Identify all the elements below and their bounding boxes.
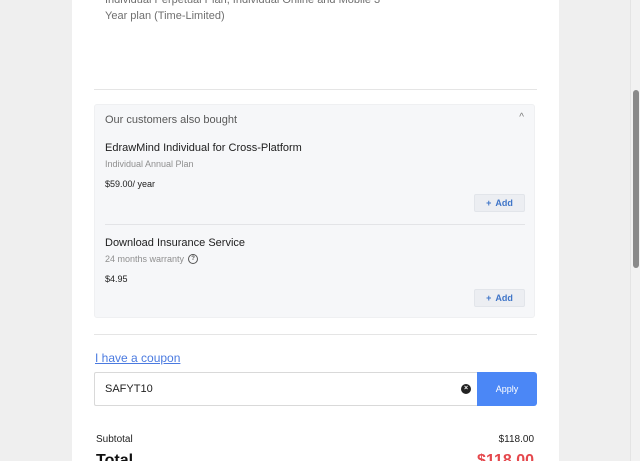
add-label: Add — [495, 293, 513, 303]
page-scrollbar[interactable] — [630, 0, 640, 461]
item-price: $4.95 — [105, 274, 128, 284]
add-label: Add — [495, 198, 513, 208]
plan-description: Individual Perpetual Plan, Individual On… — [105, 0, 405, 24]
item-name: EdrawMind Individual for Cross-Platform — [105, 142, 302, 154]
order-summary-card: Individual Perpetual Plan, Individual On… — [72, 0, 559, 461]
plan-line-2: Year plan (Time-Limited) — [105, 10, 225, 22]
chevron-up-icon[interactable]: ^ — [519, 112, 524, 123]
plus-icon: + — [486, 293, 492, 303]
divider — [94, 334, 537, 335]
subtotal-label: Subtotal — [96, 434, 133, 445]
divider — [94, 89, 537, 90]
subtotal-value: $118.00 — [498, 434, 534, 445]
item-subtitle-text: 24 months warranty — [105, 254, 185, 264]
question-circle-icon[interactable]: ? — [188, 254, 199, 264]
checkout-page: Individual Perpetual Plan, Individual On… — [0, 0, 640, 461]
also-bought-item: Download Insurance Service 24 months war… — [105, 237, 525, 320]
plus-icon: + — [486, 198, 492, 208]
item-subtitle-text: Individual Annual Plan — [105, 159, 194, 169]
total-value: $118.00 — [477, 452, 534, 461]
add-button[interactable]: + Add — [474, 194, 525, 212]
item-divider — [105, 224, 525, 225]
coupon-form: × Apply — [94, 372, 537, 406]
coupon-input[interactable] — [94, 372, 477, 406]
item-subtitle: Individual Annual Plan — [105, 159, 194, 169]
also-bought-title: Our customers also bought — [105, 114, 238, 126]
clear-icon[interactable]: × — [461, 384, 471, 394]
plan-line-1: Individual Perpetual Plan, Individual On… — [105, 0, 381, 6]
also-bought-panel: Our customers also bought ^ EdrawMind In… — [94, 104, 535, 318]
item-name: Download Insurance Service — [105, 237, 246, 249]
apply-button[interactable]: Apply — [477, 372, 537, 406]
item-subtitle: 24 months warranty ? — [105, 254, 199, 264]
total-label: Total — [96, 452, 134, 461]
scrollbar-thumb[interactable] — [633, 90, 639, 268]
add-button[interactable]: + Add — [474, 289, 525, 307]
item-price: $59.00/ year — [105, 179, 156, 189]
coupon-link[interactable]: I have a coupon — [95, 351, 180, 365]
also-bought-item: EdrawMind Individual for Cross-Platform … — [105, 142, 525, 225]
